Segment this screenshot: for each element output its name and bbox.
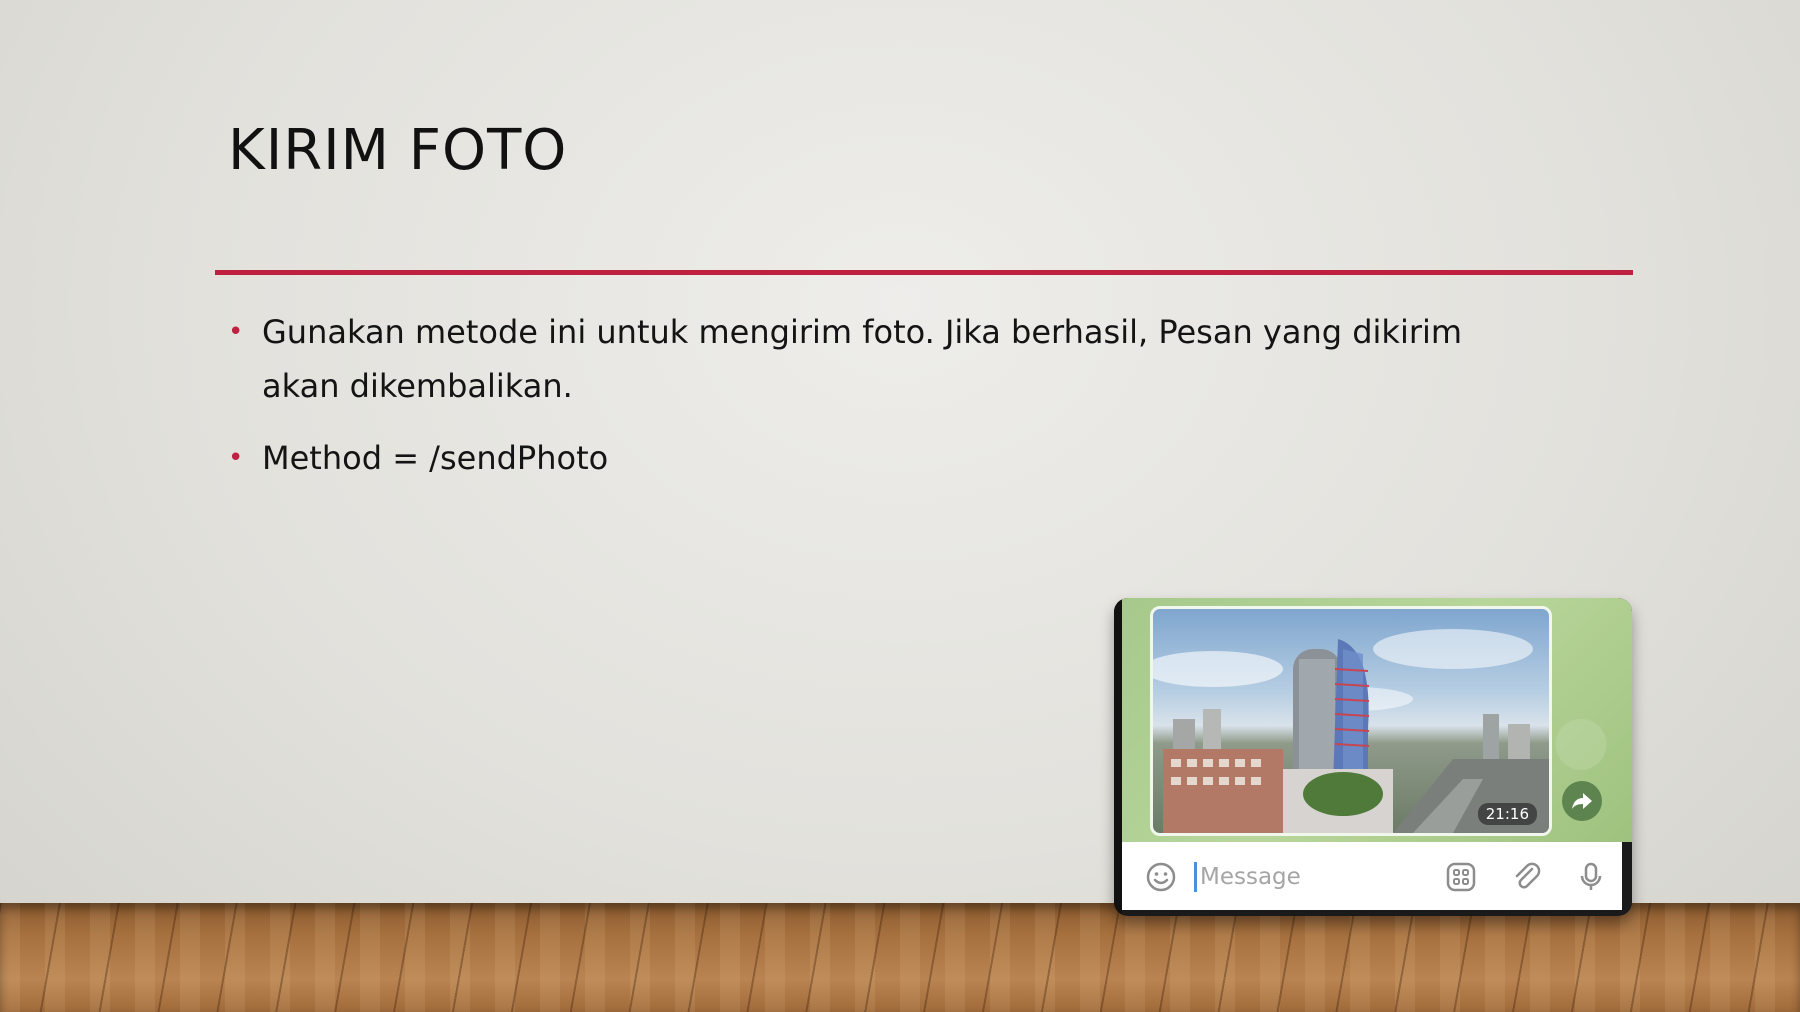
sticker-grid-icon[interactable]: [1444, 860, 1478, 894]
paperclip-icon[interactable]: [1510, 860, 1544, 894]
bullet-text: Method = /sendPhoto: [262, 439, 609, 477]
bullet-list: • Gunakan metode ini untuk mengirim foto…: [228, 305, 1528, 503]
forward-button[interactable]: [1562, 781, 1602, 821]
forward-arrow-icon: [1572, 793, 1592, 809]
sent-photo[interactable]: 21:16: [1150, 606, 1552, 836]
microphone-icon[interactable]: [1574, 860, 1608, 894]
presentation-slide: KIRIM FOTO • Gunakan metode ini untuk me…: [0, 0, 1800, 1012]
emoji-icon[interactable]: [1144, 860, 1178, 894]
message-input[interactable]: [1198, 856, 1422, 898]
bullet-text: Gunakan metode ini untuk mengirim foto. …: [262, 313, 1463, 405]
wooden-floor-background: [0, 903, 1800, 1012]
text-caret: [1194, 862, 1197, 892]
bullet-item: • Method = /sendPhoto: [228, 431, 1528, 485]
title-divider: [215, 270, 1633, 275]
telegram-screenshot: 21:16: [1114, 598, 1632, 916]
terminal-edge: [1114, 598, 1122, 916]
building-photo-illustration: [1153, 629, 1549, 833]
bullet-dot-icon: •: [228, 443, 244, 473]
message-bar: [1122, 842, 1622, 910]
bullet-item: • Gunakan metode ini untuk mengirim foto…: [228, 305, 1528, 413]
chat-area: 21:16: [1122, 598, 1632, 842]
slide-title: KIRIM FOTO: [228, 118, 568, 183]
photo-timestamp: 21:16: [1477, 803, 1537, 825]
bullet-dot-icon: •: [228, 317, 244, 347]
